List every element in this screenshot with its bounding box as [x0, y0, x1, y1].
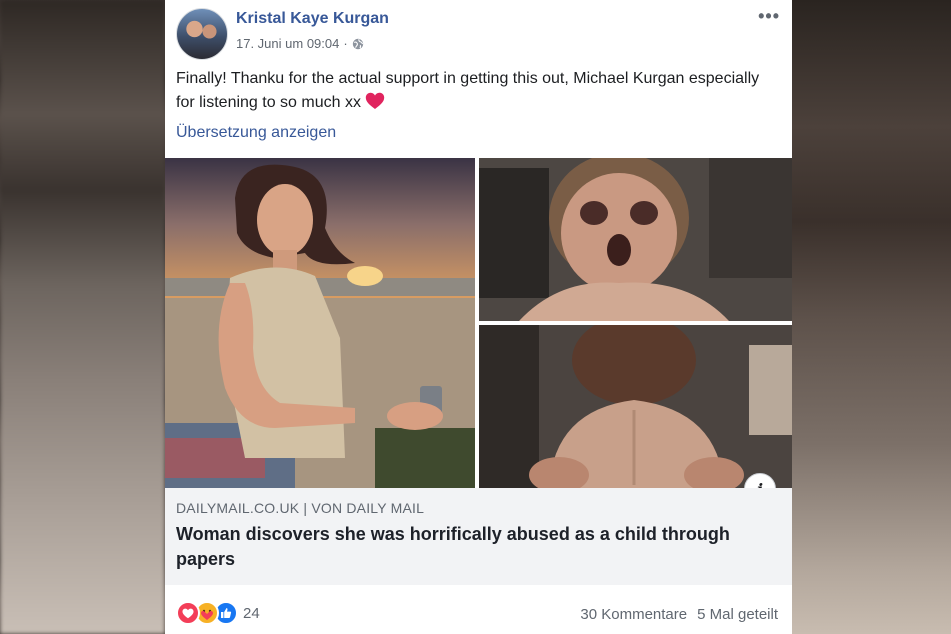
post-timestamp[interactable]: 17. Juni um 09:04: [236, 36, 339, 51]
post-stats: 30 Kommentare 5 Mal geteilt: [580, 606, 778, 623]
link-preview-box[interactable]: DAILYMAIL.CO.UK | VON DAILY MAIL Woman d…: [165, 488, 792, 585]
avatar[interactable]: [176, 8, 228, 60]
link-preview-image[interactable]: [165, 158, 792, 488]
post-text: Finally! Thanku for the actual support i…: [176, 67, 776, 115]
child-face-photo: [479, 158, 792, 321]
woman-on-beach-photo: [165, 158, 475, 488]
link-headline: Woman discovers she was horrifically abu…: [176, 524, 730, 569]
facebook-post-card: Kristal Kaye Kurgan 17. Juni um 09:04 · …: [165, 0, 792, 634]
background-blur-left: [0, 0, 165, 634]
reaction-count: 24: [243, 604, 260, 622]
love-icon: [176, 601, 200, 625]
post-meta: 17. Juni um 09:04 ·: [236, 36, 364, 51]
post-footer: 24 30 Kommentare 5 Mal geteilt: [165, 597, 792, 633]
translate-link[interactable]: Übersetzung anzeigen: [176, 124, 336, 142]
globe-icon: [352, 38, 363, 49]
link-source: DAILYMAIL.CO.UK | VON DAILY MAIL: [176, 500, 425, 516]
comments-count-link[interactable]: 30 Kommentare: [580, 606, 687, 623]
meta-separator: ·: [343, 36, 348, 51]
woman-illustration: [165, 164, 475, 488]
child-back-photo: [479, 325, 792, 488]
reactions-summary[interactable]: 24: [176, 601, 260, 625]
background-blur-right: [792, 0, 951, 634]
heart-emoji-icon: [366, 92, 385, 109]
more-options-icon[interactable]: •••: [758, 6, 780, 27]
shares-count-link[interactable]: 5 Mal geteilt: [697, 606, 778, 623]
post-body: Finally! Thanku for the actual support i…: [176, 70, 760, 111]
post-author[interactable]: Kristal Kaye Kurgan: [236, 10, 389, 28]
